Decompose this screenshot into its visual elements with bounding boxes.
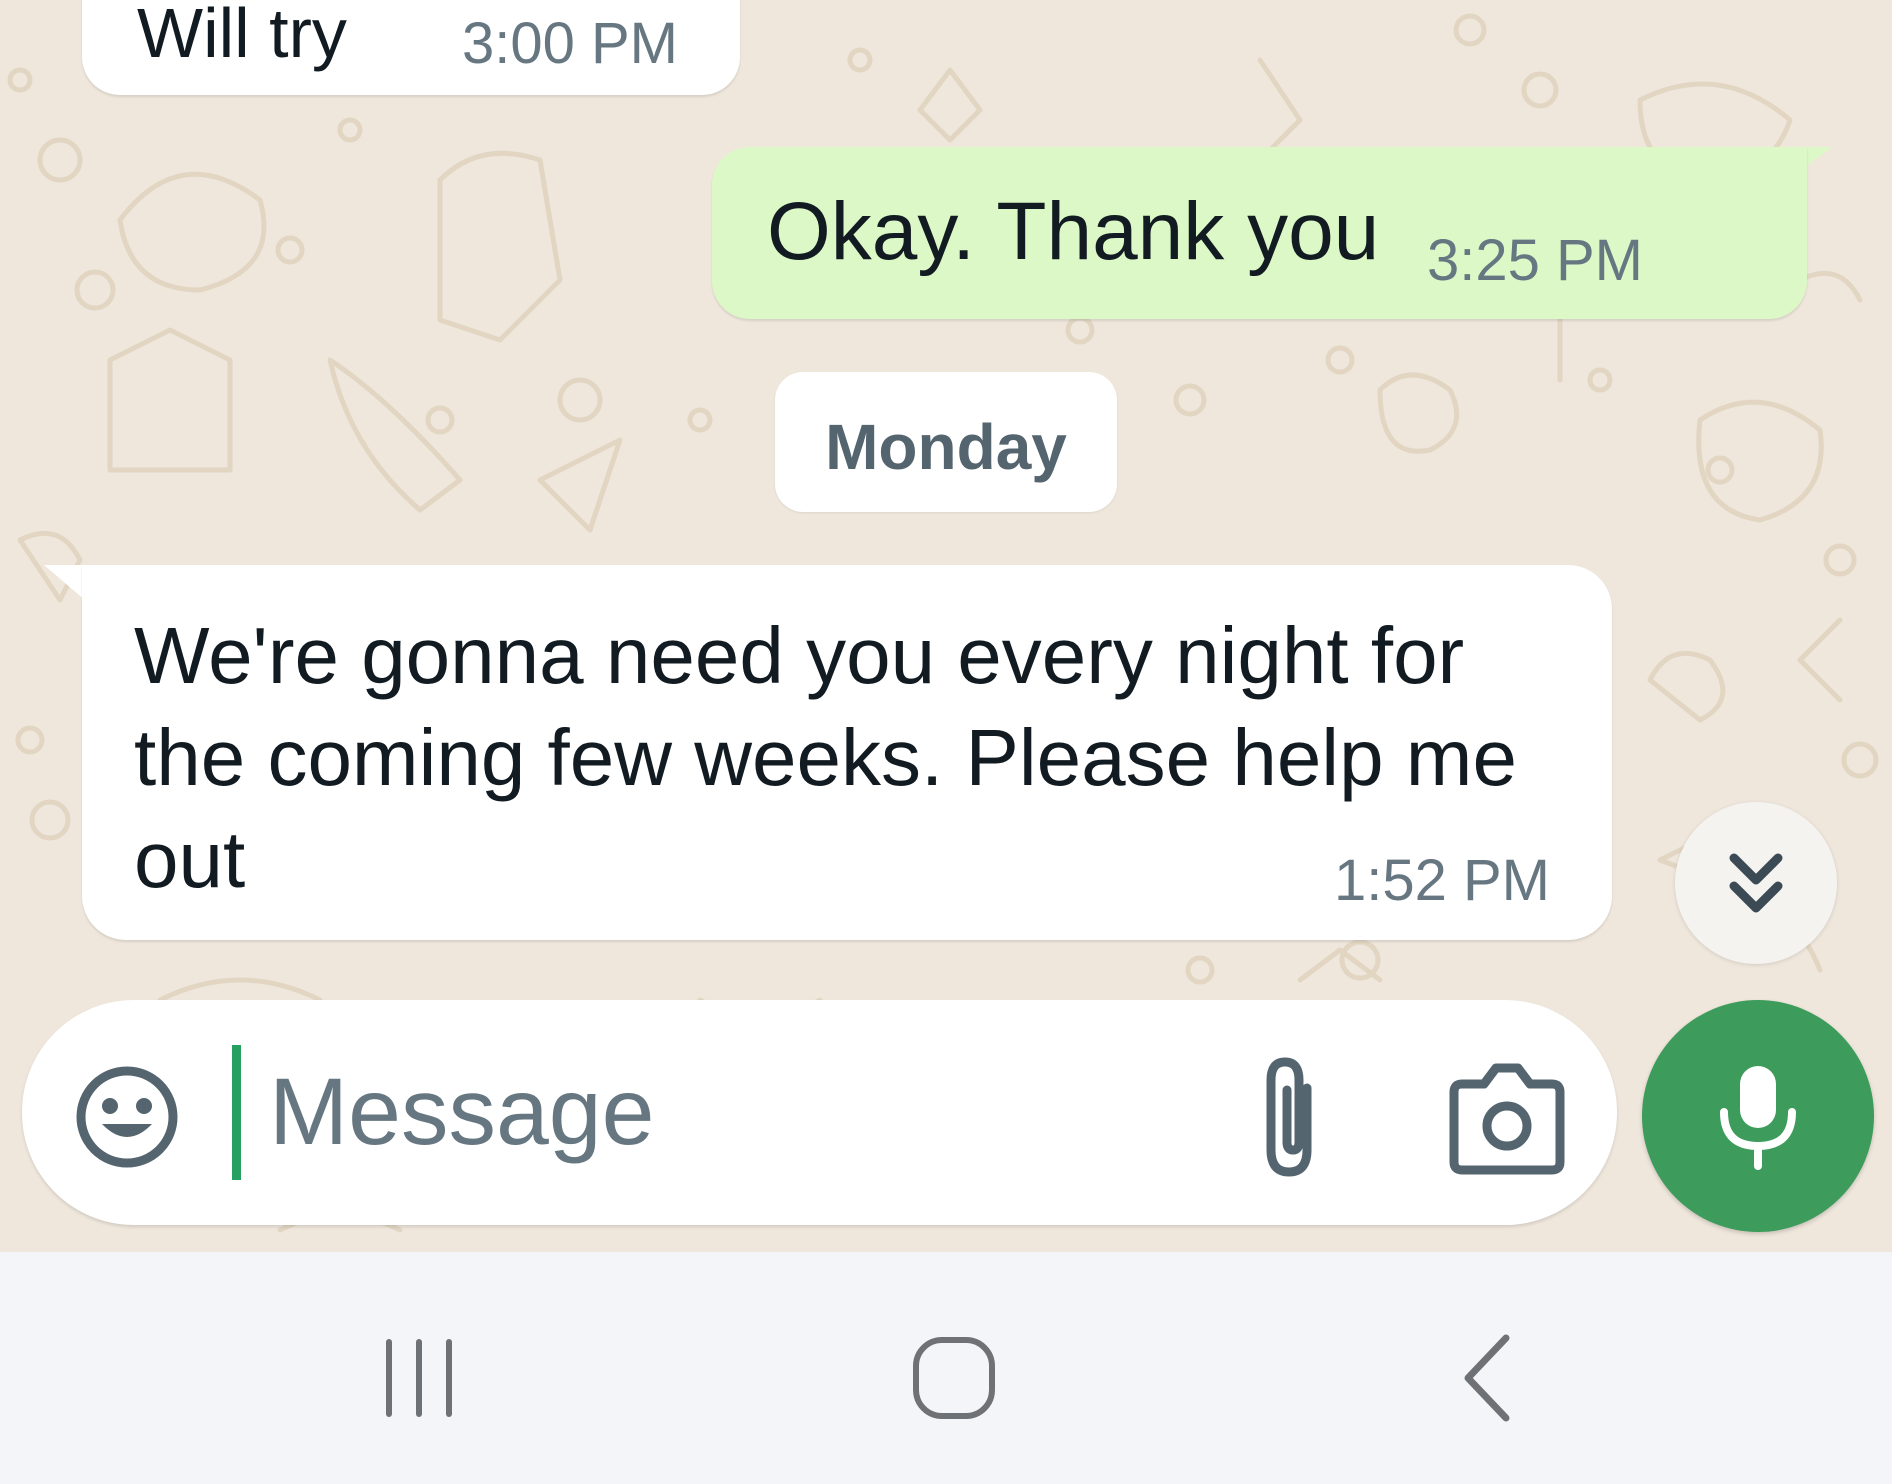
emoji-icon[interactable] bbox=[72, 1062, 182, 1172]
message-bubble-incoming[interactable]: We're gonna need you every night for the… bbox=[82, 565, 1612, 940]
system-navigation-bar bbox=[0, 1252, 1892, 1484]
chat-area: Will try 3:00 PM Okay. Thank you 3:25 PM… bbox=[0, 0, 1892, 1252]
message-text: Will try bbox=[137, 0, 347, 72]
voice-message-button[interactable] bbox=[1642, 1000, 1874, 1232]
date-separator-label: Monday bbox=[825, 411, 1067, 483]
date-separator: Monday bbox=[775, 372, 1117, 512]
message-time: 3:00 PM bbox=[462, 11, 678, 76]
message-composer bbox=[22, 1000, 1617, 1225]
message-text: Okay. Thank you bbox=[767, 186, 1380, 277]
message-input[interactable] bbox=[232, 1045, 1182, 1180]
message-bubble-incoming[interactable]: Will try 3:00 PM bbox=[82, 0, 740, 95]
message-time: 1:52 PM bbox=[1334, 848, 1550, 913]
paperclip-icon[interactable] bbox=[1237, 1052, 1347, 1182]
bubble-tail-incoming bbox=[44, 565, 86, 601]
microphone-icon bbox=[1720, 1066, 1796, 1170]
scroll-to-bottom-button[interactable] bbox=[1675, 802, 1837, 964]
message-time: 3:25 PM bbox=[1427, 228, 1643, 293]
home-icon[interactable] bbox=[908, 1322, 1008, 1432]
recent-apps-icon[interactable] bbox=[375, 1322, 465, 1432]
double-chevron-down-icon bbox=[1729, 853, 1783, 913]
message-bubble-outgoing[interactable]: Okay. Thank you 3:25 PM bbox=[712, 147, 1807, 319]
camera-icon[interactable] bbox=[1442, 1060, 1572, 1175]
back-icon[interactable] bbox=[1450, 1322, 1530, 1432]
